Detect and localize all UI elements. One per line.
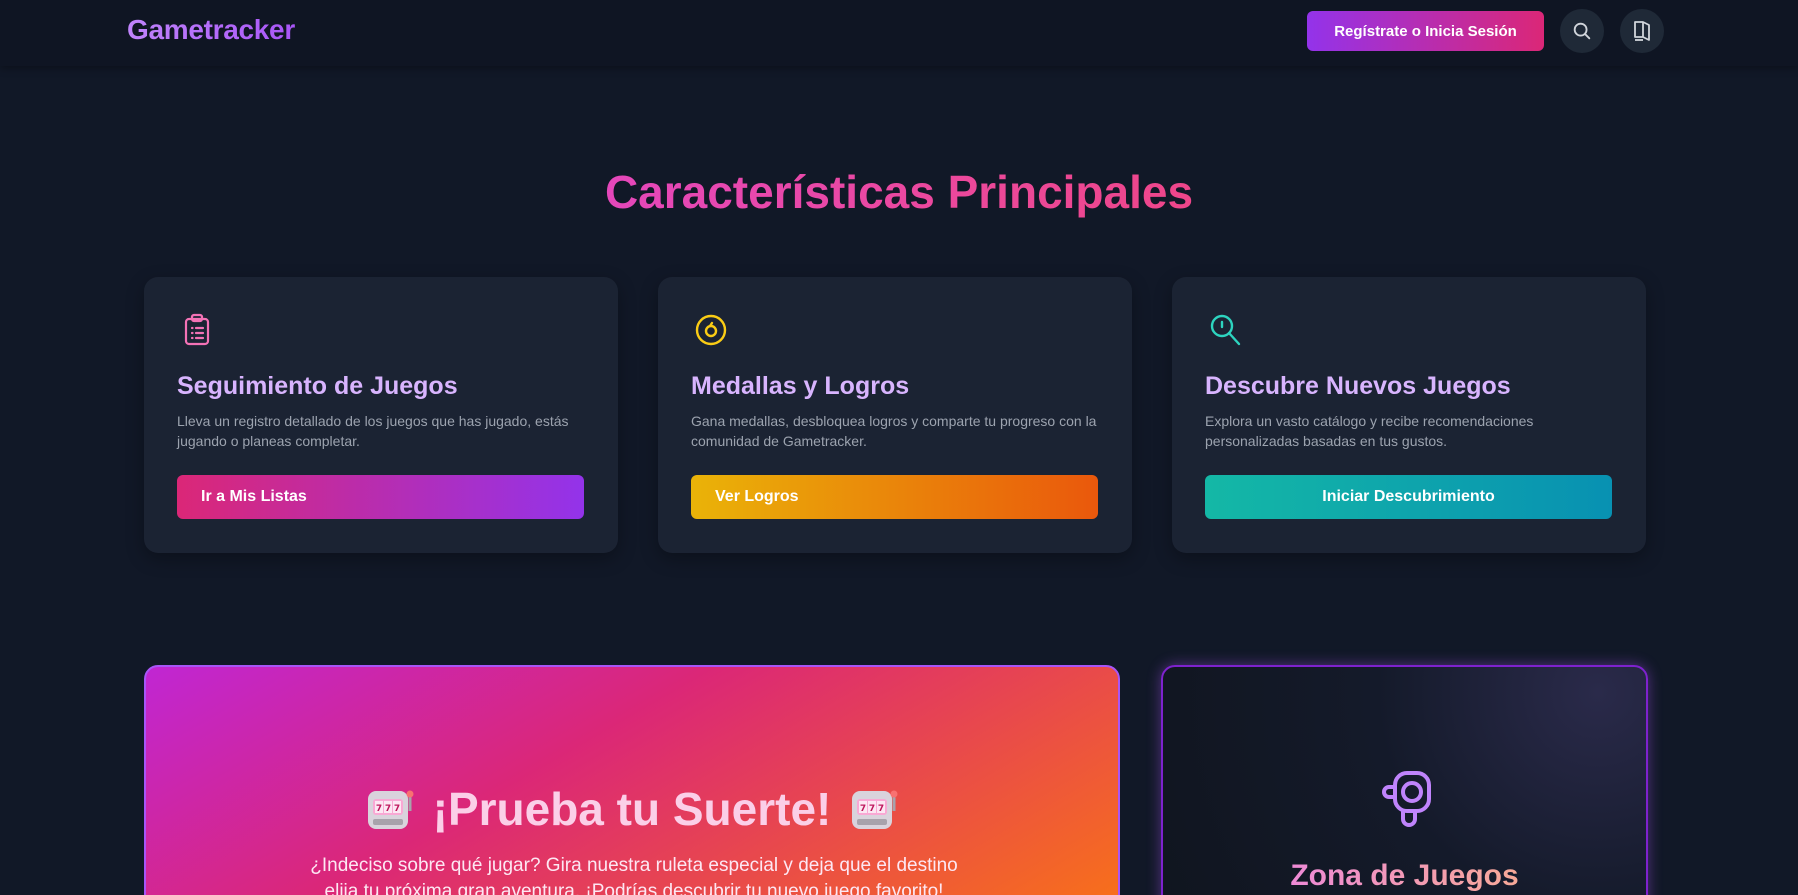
search-discover-icon — [1210, 314, 1241, 346]
register-login-button[interactable]: Regístrate o Inicia Sesión — [1307, 11, 1544, 51]
view-achievements-button[interactable]: Ver Logros — [691, 475, 1098, 519]
slot-machine-icon: 7 7 7 — [367, 790, 414, 829]
feature-card-title: Medallas y Logros — [691, 372, 910, 400]
feature-card-tracking: Seguimiento de Juegos Lleva un registro … — [144, 277, 618, 553]
top-navbar: Gametracker Regístrate o Inicia Sesión — [0, 0, 1798, 66]
game-zone-title: Zona de Juegos — [1163, 859, 1646, 893]
game-zone-card[interactable]: Zona de Juegos — [1161, 665, 1648, 895]
feature-card-discover: Descubre Nuevos Juegos Explora un vasto … — [1172, 277, 1646, 553]
try-your-luck-banner[interactable]: 7 7 7 ¡Prueba tu Suerte! 7 7 7 ¿Indeciso… — [144, 665, 1120, 895]
feature-card-description: Gana medallas, desbloquea logros y compa… — [691, 413, 1097, 449]
slot-machine-icon: 7 7 7 — [852, 790, 898, 829]
site-logo[interactable]: Gametracker — [127, 14, 295, 46]
medal-icon — [695, 314, 727, 346]
svg-text:7: 7 — [393, 804, 399, 814]
svg-text:7: 7 — [375, 804, 381, 814]
promo-description: ¿Indeciso sobre qué jugar? Gira nuestra … — [310, 855, 958, 895]
library-button[interactable] — [1620, 9, 1664, 53]
start-discovery-button[interactable]: Iniciar Descubrimiento — [1205, 475, 1612, 519]
feature-card-title: Descubre Nuevos Juegos — [1205, 372, 1511, 400]
search-button[interactable] — [1560, 9, 1604, 53]
feature-card-description: Explora un vasto catálogo y recibe recom… — [1205, 413, 1534, 449]
feature-card-achievements: Medallas y Logros Gana medallas, desbloq… — [658, 277, 1132, 553]
go-to-my-lists-button[interactable]: Ir a Mis Listas — [177, 475, 584, 519]
svg-text:7: 7 — [878, 804, 884, 814]
svg-text:7: 7 — [869, 804, 875, 814]
svg-text:7: 7 — [860, 804, 866, 814]
gamepad-icon — [1382, 771, 1431, 827]
feature-card-description: Lleva un registro detallado de los juego… — [177, 413, 569, 449]
clipboard-list-icon — [184, 313, 210, 346]
promo-heading: 7 7 7 ¡Prueba tu Suerte! 7 7 7 — [146, 782, 1118, 836]
book-icon — [1634, 21, 1650, 41]
svg-text:7: 7 — [384, 804, 390, 814]
feature-card-title: Seguimiento de Juegos — [177, 372, 458, 400]
promo-title: ¡Prueba tu Suerte! — [432, 783, 832, 835]
features-section-title: Características Principales — [0, 165, 1798, 219]
search-icon — [1573, 22, 1591, 40]
